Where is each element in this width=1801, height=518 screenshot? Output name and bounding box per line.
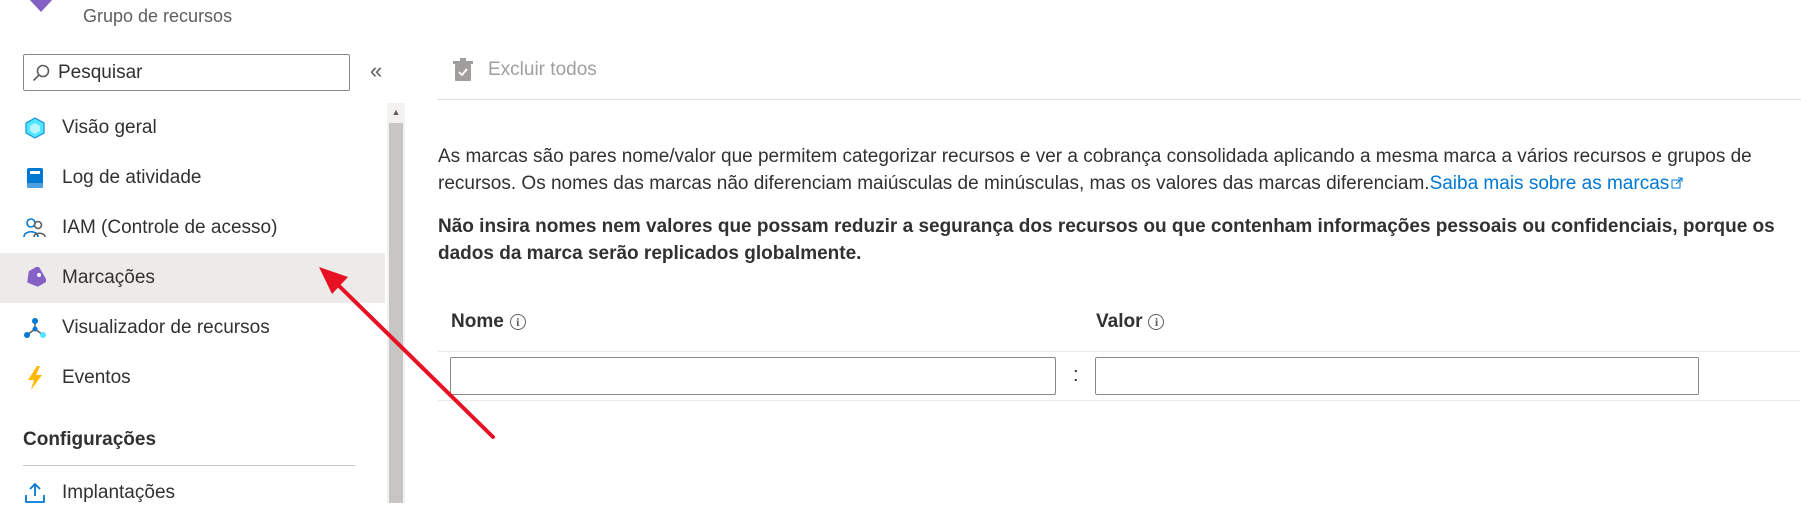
- sidebar-item-visualizador[interactable]: Visualizador de recursos: [0, 303, 385, 353]
- value-column-header: Valor i: [1096, 311, 1165, 333]
- sidebar-item-label: Visualizador de recursos: [62, 317, 270, 338]
- sidebar-item-label: Implantações: [62, 482, 176, 503]
- value-info-icon[interactable]: i: [1148, 314, 1165, 330]
- resource-group-gem-icon: [29, 0, 53, 12]
- learn-more-link-text: Saiba mais sobre as marcas: [1429, 173, 1670, 194]
- sidebar-item-label: Visão geral: [62, 117, 157, 138]
- sidebar-item-implantacoes[interactable]: Implantações: [0, 468, 385, 518]
- tag-value-input[interactable]: [1095, 357, 1699, 395]
- sidebar-item-visao-geral[interactable]: Visão geral: [0, 103, 385, 153]
- delete-all-label: Excluir todos: [488, 59, 597, 80]
- tags-description: As marcas são pares nome/valor que permi…: [438, 143, 1800, 197]
- page-subtitle: Grupo de recursos: [83, 6, 233, 26]
- sidebar-item-label: IAM (Controle de acesso): [62, 217, 278, 238]
- external-link-icon: [1671, 177, 1683, 189]
- overview-cube-icon: [22, 115, 48, 141]
- activity-log-icon: [22, 165, 48, 191]
- tag-icon: [22, 265, 48, 291]
- collapse-sidebar-button[interactable]: «: [370, 58, 382, 84]
- table-header-divider: [438, 351, 1800, 352]
- delete-all-button[interactable]: Excluir todos: [452, 58, 597, 82]
- privacy-warning: Não insira nomes nem valores que possam …: [438, 216, 1775, 264]
- sidebar-item-eventos[interactable]: Eventos: [0, 353, 385, 403]
- sidebar-item-log-de-atividade[interactable]: Log de atividade: [0, 153, 385, 203]
- deployments-upload-icon: [22, 480, 48, 506]
- events-lightning-icon: [22, 365, 48, 391]
- resource-visualizer-icon: [22, 315, 48, 341]
- learn-more-link[interactable]: Saiba mais sobre as marcas: [1430, 173, 1684, 194]
- sidebar-item-label: Marcações: [62, 267, 155, 288]
- name-column-header: Nome i: [451, 311, 526, 333]
- sidebar-item-label: Eventos: [62, 367, 131, 388]
- name-value-separator: :: [1073, 364, 1079, 386]
- name-info-icon[interactable]: i: [509, 314, 526, 330]
- iam-people-icon: [22, 215, 48, 241]
- value-column-label: Valor: [1096, 311, 1143, 332]
- section-header-configuracoes: Configurações: [23, 429, 157, 450]
- table-row-divider: [438, 400, 1800, 401]
- sidebar-item-label: Log de atividade: [62, 167, 202, 188]
- scroll-up-arrow-icon[interactable]: ▲: [387, 103, 405, 121]
- toolbar-divider: [437, 99, 1801, 100]
- section-divider: [23, 465, 355, 466]
- search-input[interactable]: [56, 60, 340, 85]
- sidebar-item-iam[interactable]: IAM (Controle de acesso): [0, 203, 385, 253]
- sidebar-item-marcacoes[interactable]: Marcações: [0, 253, 385, 303]
- search-box[interactable]: [23, 54, 350, 91]
- delete-all-icon: [453, 58, 473, 81]
- scrollbar-thumb[interactable]: [389, 123, 403, 503]
- search-icon: [32, 64, 50, 81]
- tag-name-input[interactable]: [450, 357, 1056, 395]
- name-column-label: Nome: [451, 311, 504, 332]
